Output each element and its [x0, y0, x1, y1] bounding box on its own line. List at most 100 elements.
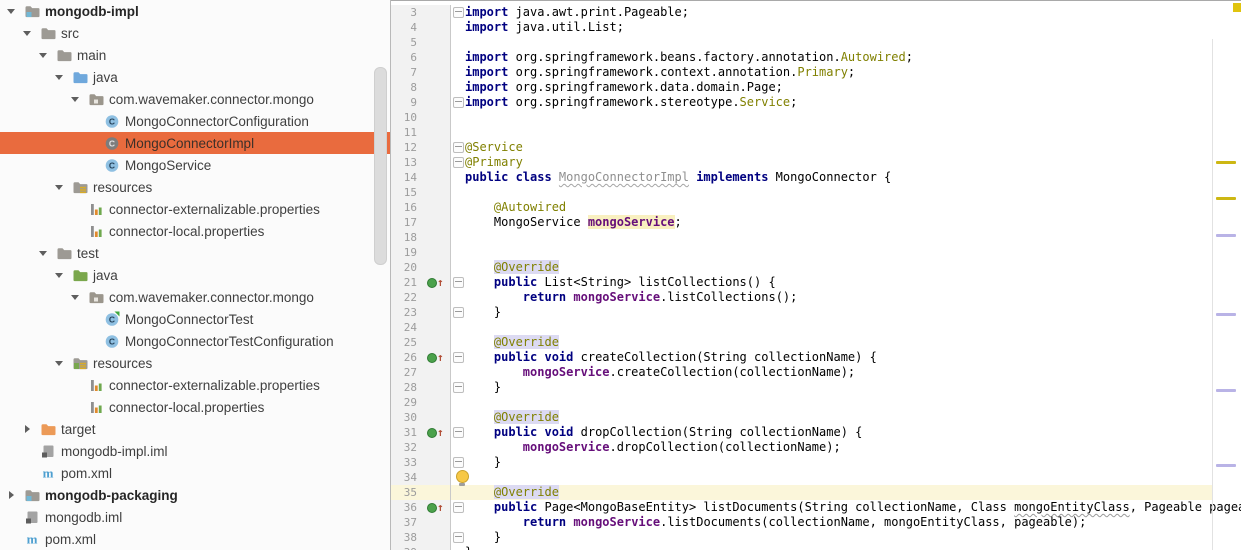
project-tree-scrollbar-thumb[interactable]: [374, 67, 387, 265]
chevron-expanded-icon[interactable]: [52, 75, 66, 80]
code-text[interactable]: [465, 470, 1241, 485]
fold-marker-icon[interactable]: [451, 530, 465, 545]
code-text[interactable]: @Service: [465, 140, 1241, 155]
code-text[interactable]: [465, 245, 1241, 260]
code-text[interactable]: @Override: [465, 410, 1241, 425]
code-text[interactable]: [465, 110, 1241, 125]
tree-item-target[interactable]: target: [0, 418, 390, 440]
intention-bulb-icon[interactable]: [455, 470, 469, 486]
occurrence-stripe-mark[interactable]: [1216, 234, 1236, 237]
tree-item-pom-xml[interactable]: mpom.xml: [0, 462, 390, 484]
chevron-expanded-icon[interactable]: [68, 97, 82, 102]
code-text[interactable]: [465, 395, 1241, 410]
tree-item-connector-local-properties[interactable]: connector-local.properties: [0, 220, 390, 242]
code-text[interactable]: [465, 35, 1241, 50]
tree-item-com-wavemaker-connector-mongo[interactable]: com.wavemaker.connector.mongo: [0, 88, 390, 110]
fold-marker-icon[interactable]: [451, 155, 465, 170]
code-text[interactable]: @Autowired: [465, 200, 1241, 215]
chevron-collapsed-icon[interactable]: [20, 425, 34, 433]
fold-marker-icon[interactable]: [451, 380, 465, 395]
scrollbar-track[interactable]: [1212, 39, 1213, 550]
code-text[interactable]: mongoService.createCollection(collection…: [465, 365, 1241, 380]
code-text[interactable]: mongoService.dropCollection(collectionNa…: [465, 440, 1241, 455]
tree-item-main[interactable]: main: [0, 44, 390, 66]
chevron-expanded-icon[interactable]: [36, 53, 50, 58]
code-text[interactable]: }: [465, 530, 1241, 545]
chevron-expanded-icon[interactable]: [20, 31, 34, 36]
override-method-gutter-icon[interactable]: ↑: [425, 425, 451, 440]
override-method-gutter-icon[interactable]: ↑: [425, 500, 451, 515]
tree-item-mongodb-impl[interactable]: mongodb-impl: [0, 0, 390, 22]
fold-marker-icon[interactable]: [451, 275, 465, 290]
code-text[interactable]: public Page<MongoBaseEntity> listDocumen…: [465, 500, 1241, 515]
tree-item-pom-xml[interactable]: mpom.xml: [0, 528, 390, 550]
code-text[interactable]: @Override: [465, 485, 1241, 500]
fold-marker-icon[interactable]: [451, 95, 465, 110]
code-text[interactable]: public void dropCollection(String collec…: [465, 425, 1241, 440]
code-text[interactable]: import org.springframework.stereotype.Se…: [465, 95, 1241, 110]
chevron-collapsed-icon[interactable]: [4, 491, 18, 499]
occurrence-stripe-mark[interactable]: [1216, 464, 1236, 467]
fold-marker-icon[interactable]: [451, 500, 465, 515]
tree-item-mongoconnectorconfiguration[interactable]: CMongoConnectorConfiguration: [0, 110, 390, 132]
code-text[interactable]: return mongoService.listDocuments(collec…: [465, 515, 1241, 530]
code-text[interactable]: }: [465, 545, 1241, 550]
tree-item-mongoservice[interactable]: CMongoService: [0, 154, 390, 176]
override-method-gutter-icon[interactable]: ↑: [425, 350, 451, 365]
fold-marker-icon[interactable]: [451, 140, 465, 155]
code-text[interactable]: import java.awt.print.Pageable;: [465, 5, 1241, 20]
code-text[interactable]: @Override: [465, 335, 1241, 350]
tree-item-connector-local-properties[interactable]: connector-local.properties: [0, 396, 390, 418]
code-text[interactable]: @Override: [465, 260, 1241, 275]
tree-item-mongodb-packaging[interactable]: mongodb-packaging: [0, 484, 390, 506]
tree-item-resources[interactable]: resources: [0, 352, 390, 374]
chevron-expanded-icon[interactable]: [52, 361, 66, 366]
chevron-expanded-icon[interactable]: [52, 273, 66, 278]
fold-marker-icon[interactable]: [451, 455, 465, 470]
code-text[interactable]: }: [465, 305, 1241, 320]
fold-marker-icon[interactable]: [451, 425, 465, 440]
code-text[interactable]: @Primary: [465, 155, 1241, 170]
tree-item-src[interactable]: src: [0, 22, 390, 44]
warning-stripe-mark[interactable]: [1216, 197, 1236, 200]
occurrence-stripe-mark[interactable]: [1216, 389, 1236, 392]
code-text[interactable]: import org.springframework.beans.factory…: [465, 50, 1241, 65]
override-method-gutter-icon[interactable]: ↑: [425, 275, 451, 290]
code-text[interactable]: [465, 320, 1241, 335]
tree-item-mongoconnectorimpl[interactable]: CMongoConnectorImpl: [0, 132, 390, 154]
code-text[interactable]: public List<String> listCollections() {: [465, 275, 1241, 290]
inspection-status-indicator[interactable]: [1233, 3, 1241, 12]
fold-marker-icon[interactable]: [451, 5, 465, 20]
tree-item-java[interactable]: java: [0, 66, 390, 88]
warning-stripe-mark[interactable]: [1216, 161, 1236, 164]
occurrence-stripe-mark[interactable]: [1216, 313, 1236, 316]
tree-item-mongoconnectortest[interactable]: CMongoConnectorTest: [0, 308, 390, 330]
code-text[interactable]: [465, 230, 1241, 245]
tree-item-connector-externalizable-properties[interactable]: connector-externalizable.properties: [0, 198, 390, 220]
code-text[interactable]: }: [465, 380, 1241, 395]
code-text[interactable]: import org.springframework.data.domain.P…: [465, 80, 1241, 95]
fold-marker-icon[interactable]: [451, 305, 465, 320]
chevron-expanded-icon[interactable]: [52, 185, 66, 190]
tree-item-mongodb-impl-iml[interactable]: mongodb-impl.iml: [0, 440, 390, 462]
tree-item-resources[interactable]: resources: [0, 176, 390, 198]
tree-item-mongoconnectortestconfiguration[interactable]: CMongoConnectorTestConfiguration: [0, 330, 390, 352]
chevron-expanded-icon[interactable]: [36, 251, 50, 256]
tree-item-mongodb-iml[interactable]: mongodb.iml: [0, 506, 390, 528]
override-marker-icon[interactable]: ↑: [427, 428, 444, 438]
tree-item-test[interactable]: test: [0, 242, 390, 264]
code-text[interactable]: [465, 125, 1241, 140]
tree-item-connector-externalizable-properties[interactable]: connector-externalizable.properties: [0, 374, 390, 396]
override-marker-icon[interactable]: ↑: [427, 353, 444, 363]
tree-item-java[interactable]: java: [0, 264, 390, 286]
code-text[interactable]: return mongoService.listCollections();: [465, 290, 1241, 305]
chevron-expanded-icon[interactable]: [4, 9, 18, 14]
tree-item-com-wavemaker-connector-mongo[interactable]: com.wavemaker.connector.mongo: [0, 286, 390, 308]
code-editor[interactable]: 3import java.awt.print.Pageable;4import …: [391, 0, 1241, 550]
code-text[interactable]: MongoService mongoService;: [465, 215, 1241, 230]
code-text[interactable]: public void createCollection(String coll…: [465, 350, 1241, 365]
override-marker-icon[interactable]: ↑: [427, 503, 444, 513]
chevron-expanded-icon[interactable]: [68, 295, 82, 300]
fold-marker-icon[interactable]: [451, 350, 465, 365]
override-marker-icon[interactable]: ↑: [427, 278, 444, 288]
